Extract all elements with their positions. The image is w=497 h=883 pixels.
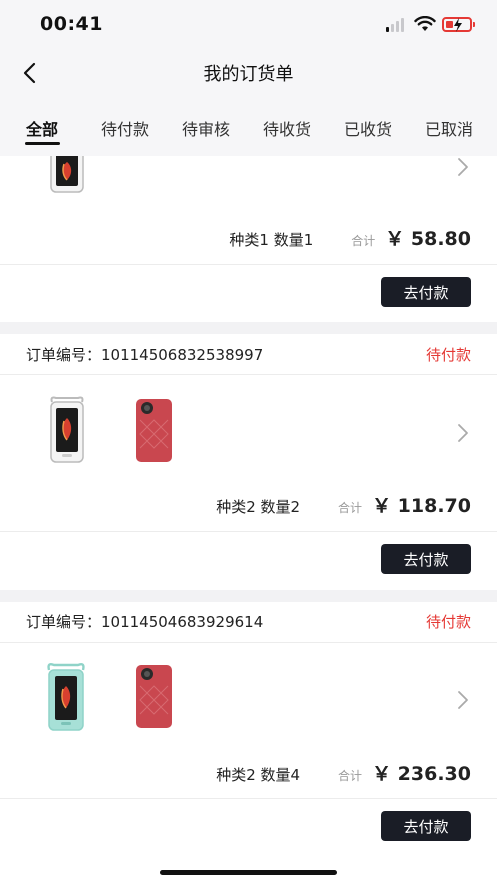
waterproof-phone-pouch-image xyxy=(50,396,84,463)
tab-received[interactable]: 已收货 xyxy=(344,116,392,140)
tab-pending-payment[interactable]: 待付款 xyxy=(101,116,149,140)
item-count: 种类1 数量1 xyxy=(229,231,314,249)
order-tabs: 全部 待付款 待审核 待收货 已收货 已取消 xyxy=(0,96,497,156)
battery-icon xyxy=(442,17,475,32)
total-label: 合计 xyxy=(338,501,363,515)
home-indicator xyxy=(160,870,337,875)
active-tab-indicator xyxy=(25,142,60,145)
waterproof-phone-pouch-image xyxy=(50,156,84,193)
wifi-icon xyxy=(414,16,436,31)
order-card[interactable]: 订单编号：10114506832538997 待付款 种类2 数量2 合计 ￥ … xyxy=(0,334,497,590)
order-summary: 种类2 数量4 合计 ￥ 236.30 xyxy=(216,759,471,786)
red-phone-case-image xyxy=(136,665,172,728)
divider xyxy=(0,374,497,375)
total-price: ￥ 58.80 xyxy=(385,228,471,250)
pay-button[interactable]: 去付款 xyxy=(381,544,471,574)
red-phone-case-image xyxy=(136,399,172,462)
total-price: ￥ 118.70 xyxy=(372,495,471,517)
pay-button[interactable]: 去付款 xyxy=(381,811,471,841)
order-card[interactable]: 种类1 数量1 合计 ￥ 58.80 去付款 xyxy=(0,156,497,322)
cellular-signal-icon xyxy=(386,18,404,32)
chevron-right-icon[interactable] xyxy=(455,422,471,444)
waterproof-phone-pouch-image xyxy=(47,662,85,731)
chevron-right-icon[interactable] xyxy=(455,156,471,178)
divider xyxy=(0,264,497,265)
tab-all[interactable]: 全部 xyxy=(26,116,58,140)
order-summary: 种类2 数量2 合计 ￥ 118.70 xyxy=(216,491,471,518)
order-summary: 种类1 数量1 合计 ￥ 58.80 xyxy=(229,224,471,251)
page-title: 我的订货单 xyxy=(203,64,294,85)
status-bar: 00:41 xyxy=(0,0,497,50)
total-label: 合计 xyxy=(351,234,376,248)
order-number: 订单编号：10114506832538997 xyxy=(26,346,264,364)
total-label: 合计 xyxy=(338,769,363,783)
nav-bar: 我的订货单 xyxy=(0,50,497,96)
chevron-right-icon[interactable] xyxy=(455,689,471,711)
divider xyxy=(0,531,497,532)
tab-pending-review[interactable]: 待审核 xyxy=(182,116,230,140)
order-status: 待付款 xyxy=(425,613,471,631)
divider xyxy=(0,798,497,799)
order-number: 订单编号：10114504683929614 xyxy=(26,613,264,631)
item-count: 种类2 数量4 xyxy=(216,766,301,784)
tab-cancelled[interactable]: 已取消 xyxy=(425,116,473,140)
total-price: ￥ 236.30 xyxy=(372,763,471,785)
divider xyxy=(0,642,497,643)
item-count: 种类2 数量2 xyxy=(216,498,301,516)
status-time: 00:41 xyxy=(40,13,103,35)
pay-button[interactable]: 去付款 xyxy=(381,277,471,307)
order-status: 待付款 xyxy=(425,346,471,364)
tab-pending-receipt[interactable]: 待收货 xyxy=(263,116,311,140)
order-card[interactable]: 订单编号：10114504683929614 待付款 种类2 数量4 合计 ￥ … xyxy=(0,602,497,883)
